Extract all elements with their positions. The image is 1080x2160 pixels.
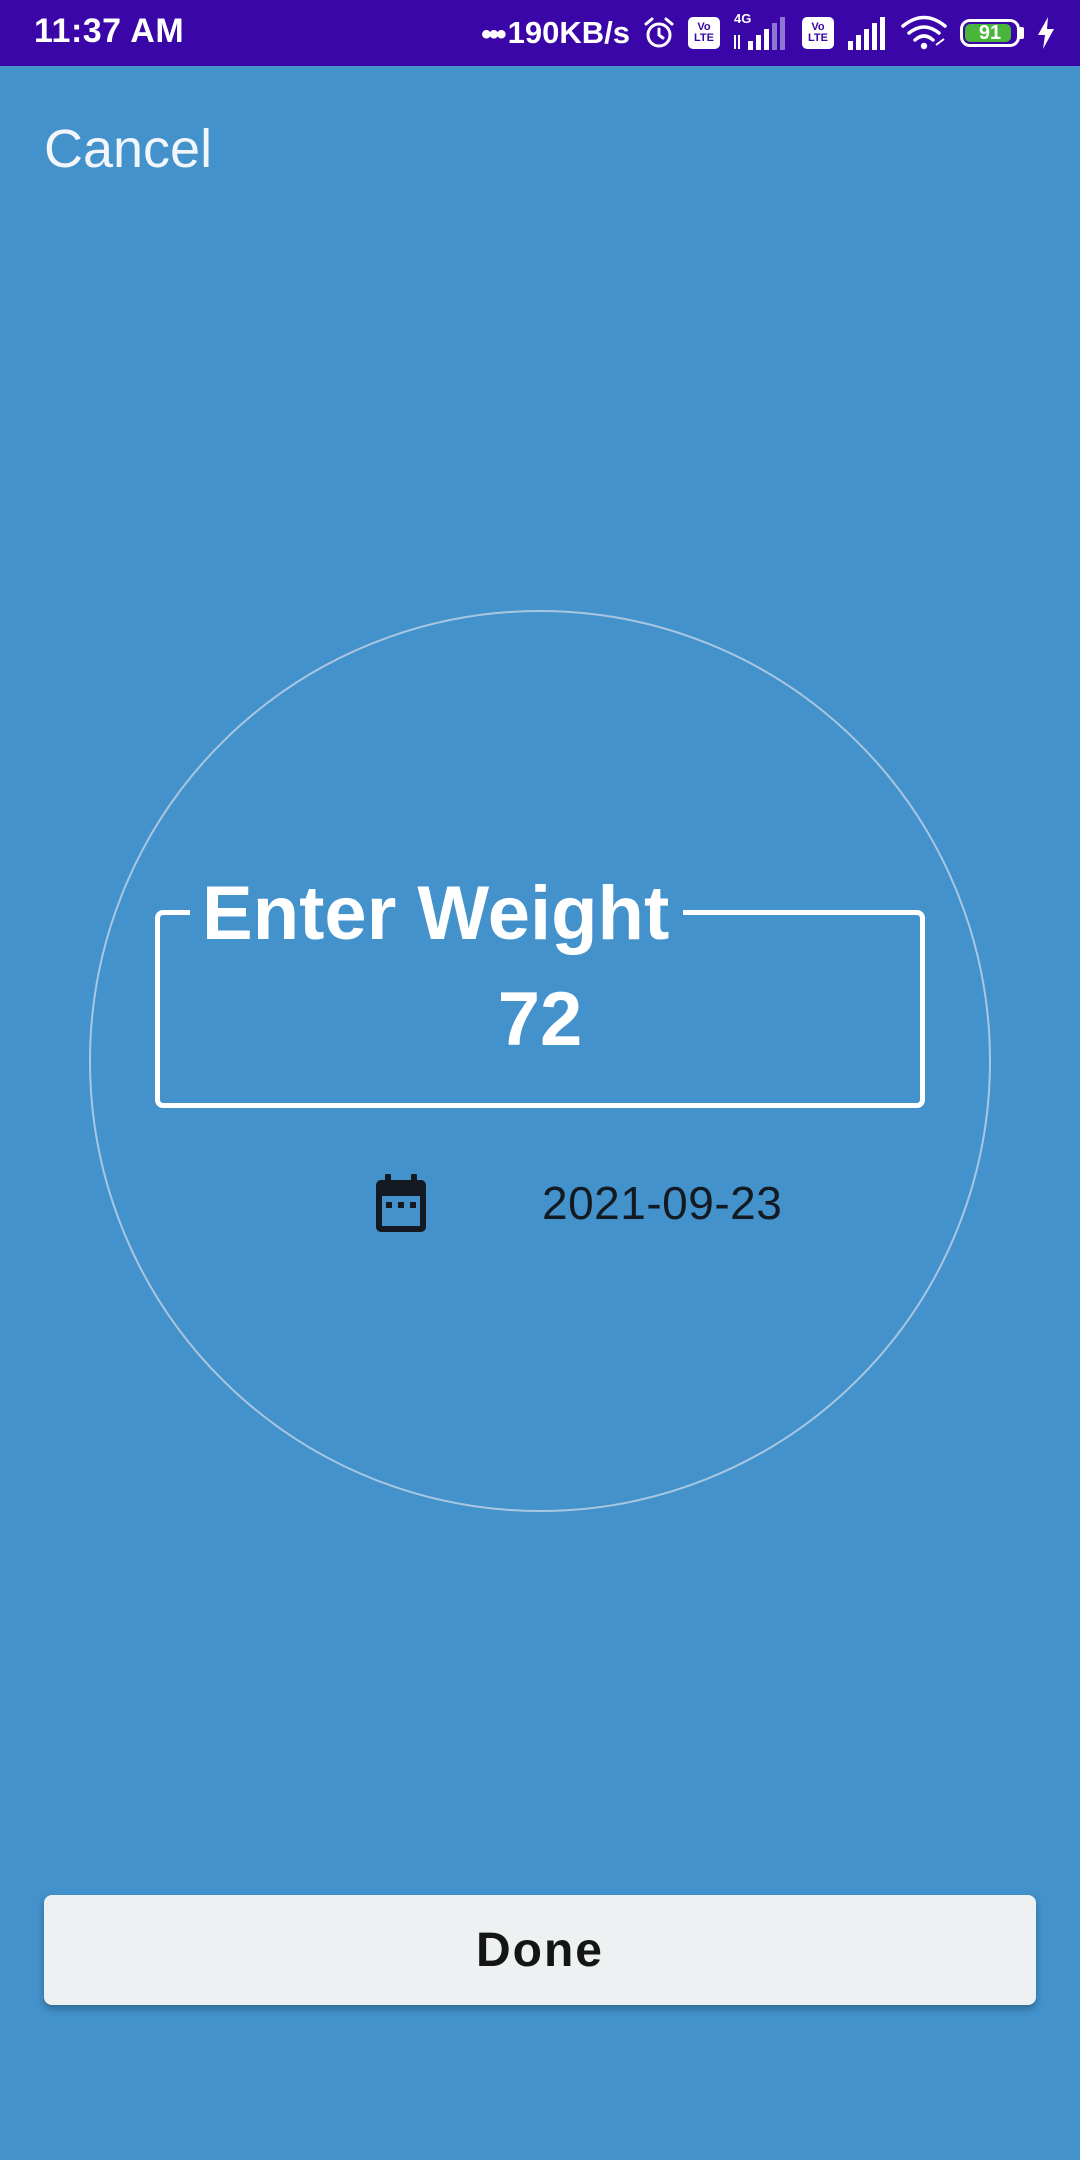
date-picker[interactable]: 2021-09-23 <box>374 1172 782 1234</box>
weight-input[interactable]: Enter Weight 72 <box>155 869 925 1108</box>
dots-icon: ••• <box>481 18 506 51</box>
network-speed: ••• 190KB/s <box>481 15 630 51</box>
weight-label: Enter Weight <box>190 869 684 959</box>
date-value[interactable]: 2021-09-23 <box>542 1176 782 1230</box>
status-bar: 11:37 AM ••• 190KB/s Vo LTE 4G Vo LTE 91 <box>0 0 1080 66</box>
signal-4g-icon: 4G <box>732 11 790 53</box>
volte-icon-2: Vo LTE <box>802 17 834 49</box>
volte-bottom-text-2: LTE <box>808 32 828 44</box>
status-time: 11:37 AM <box>34 12 185 50</box>
wifi-icon <box>900 15 948 51</box>
charging-icon <box>1036 16 1056 50</box>
status-icons: ••• 190KB/s Vo LTE 4G Vo LTE 91 <box>481 10 1056 56</box>
battery-icon: 91 <box>960 19 1024 47</box>
calendar-icon[interactable] <box>374 1172 428 1234</box>
weight-value[interactable]: 72 <box>160 975 920 1065</box>
signal-icon <box>846 15 888 51</box>
battery-level: 91 <box>978 21 1002 44</box>
volte-icon: Vo LTE <box>688 17 720 49</box>
volte-bottom-text: LTE <box>694 32 714 44</box>
battery-nub <box>1020 27 1024 39</box>
network-speed-text: 190KB/s <box>507 15 630 50</box>
done-label: Done <box>476 1923 604 1977</box>
done-button[interactable]: Done <box>44 1895 1036 2005</box>
alarm-icon <box>642 16 676 50</box>
cancel-button[interactable]: Cancel <box>44 118 212 180</box>
battery-body: 91 <box>960 19 1020 47</box>
